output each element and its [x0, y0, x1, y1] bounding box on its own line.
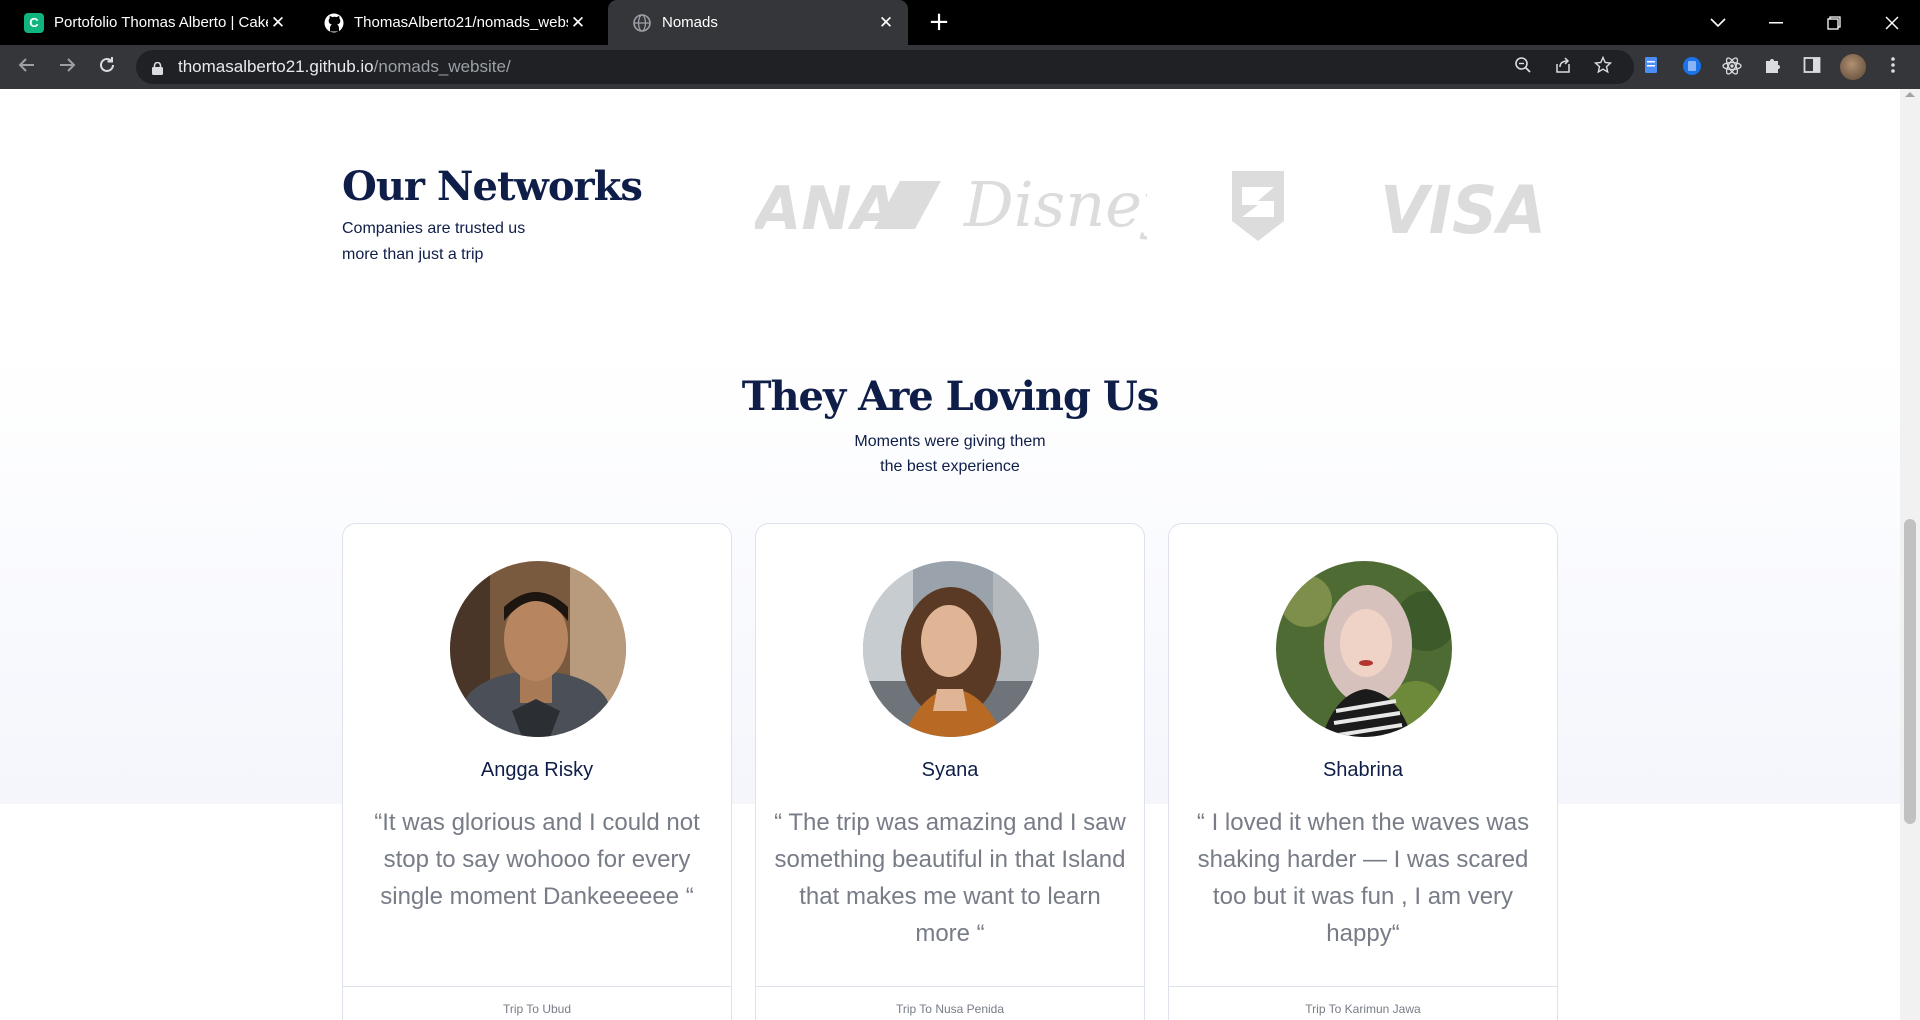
testimonial-card: Syana “ The trip was amazing and I saw s…: [755, 523, 1145, 1020]
zoom-icon[interactable]: [1512, 56, 1534, 78]
card-divider: [1169, 986, 1557, 987]
svg-text:Disney: Disney: [963, 168, 1147, 241]
profile-avatar[interactable]: [1840, 54, 1866, 80]
browser-tab-github[interactable]: ThomasAlberto21/nomads_webs ✕: [300, 0, 600, 45]
review-quote: “ The trip was amazing and I saw somethi…: [774, 809, 1126, 947]
tab-search-chevron-icon[interactable]: [1690, 0, 1746, 45]
networks-subtitle: Companies are trusted us more than just …: [342, 220, 526, 263]
close-tab-icon[interactable]: ✕: [568, 13, 588, 33]
page-content: Our Networks Companies are trusted us mo…: [0, 89, 1900, 1020]
avatar-syana: [863, 561, 1039, 737]
reviewer-name: Shabrina: [1322, 759, 1404, 781]
visa-logo: VISA: [1380, 172, 1546, 239]
forward-icon[interactable]: [54, 54, 80, 80]
shield-logo: [1232, 171, 1284, 241]
browser-tab-strip: C Portofolio Thomas Alberto | Cake ✕ Tho…: [0, 0, 1920, 45]
avatar-angga: [450, 561, 626, 737]
minimize-icon[interactable]: [1748, 0, 1804, 45]
card-divider: [756, 986, 1144, 987]
lock-icon[interactable]: [152, 60, 163, 75]
menu-kebab-icon[interactable]: [1882, 56, 1904, 78]
svg-text:VISA: VISA: [1380, 172, 1546, 239]
tab-title: ThomasAlberto21/nomads_webs: [354, 14, 568, 31]
review-quote: “It was glorious and I could not stop to…: [374, 809, 700, 910]
testimonial-card: Shabrina “ I loved it when the waves was…: [1168, 523, 1558, 1020]
address-bar[interactable]: thomasalberto21.github.io/nomads_website…: [136, 50, 1634, 84]
restore-icon[interactable]: [1806, 0, 1862, 45]
scroll-up-arrow-icon[interactable]: [1905, 92, 1915, 97]
tab-title: Nomads: [662, 14, 718, 31]
new-tab-icon[interactable]: +: [923, 7, 955, 39]
close-tab-icon[interactable]: ✕: [876, 13, 896, 33]
card-divider: [343, 986, 731, 987]
reviewer-name: Angga Risky: [480, 759, 594, 781]
cakeresume-icon: C: [24, 12, 44, 33]
trip-label: Trip To Ubud: [502, 1002, 572, 1016]
translate-extension-icon[interactable]: [1681, 56, 1703, 78]
side-panel-icon[interactable]: [1801, 56, 1823, 78]
react-devtools-icon[interactable]: [1721, 56, 1743, 78]
avatar-shabrina: [1276, 561, 1452, 737]
extensions-puzzle-icon[interactable]: [1761, 56, 1783, 78]
url-text: thomasalberto21.github.io/nomads_website…: [178, 57, 511, 76]
share-icon[interactable]: [1552, 56, 1574, 78]
bookmark-star-icon[interactable]: [1592, 55, 1614, 78]
close-tab-icon[interactable]: ✕: [268, 13, 288, 33]
review-quote: “ I loved it when the waves was shaking …: [1196, 809, 1530, 947]
testimonial-card: Angga Risky “It was glorious and I could…: [342, 523, 732, 1020]
browser-tab-nomads[interactable]: Nomads ✕: [608, 0, 908, 45]
docs-extension-icon[interactable]: [1640, 56, 1662, 78]
close-window-icon[interactable]: [1864, 0, 1920, 45]
networks-title: Our Networks: [342, 163, 643, 210]
tab-title: Portofolio Thomas Alberto | Cake: [54, 14, 268, 31]
browser-tab-portfolio[interactable]: C Portofolio Thomas Alberto | Cake ✕: [0, 0, 300, 45]
trip-label: Trip To Nusa Penida: [895, 1002, 1005, 1016]
testimonials-subtitle: Moments were giving them the best experi…: [854, 433, 1046, 475]
github-icon: [324, 13, 344, 33]
ana-logo: ANA: [755, 175, 941, 235]
disney-logo: Disney: [963, 168, 1147, 241]
trip-label: Trip To Karimun Jawa: [1305, 1002, 1421, 1016]
reload-icon[interactable]: [94, 54, 120, 80]
back-icon[interactable]: [14, 54, 40, 80]
testimonials-title: They Are Loving Us: [741, 373, 1160, 420]
browser-toolbar: thomasalberto21.github.io/nomads_website…: [0, 45, 1920, 89]
reviewer-name: Syana: [921, 759, 979, 781]
scrollbar-thumb[interactable]: [1904, 519, 1916, 824]
globe-icon: [632, 13, 652, 33]
